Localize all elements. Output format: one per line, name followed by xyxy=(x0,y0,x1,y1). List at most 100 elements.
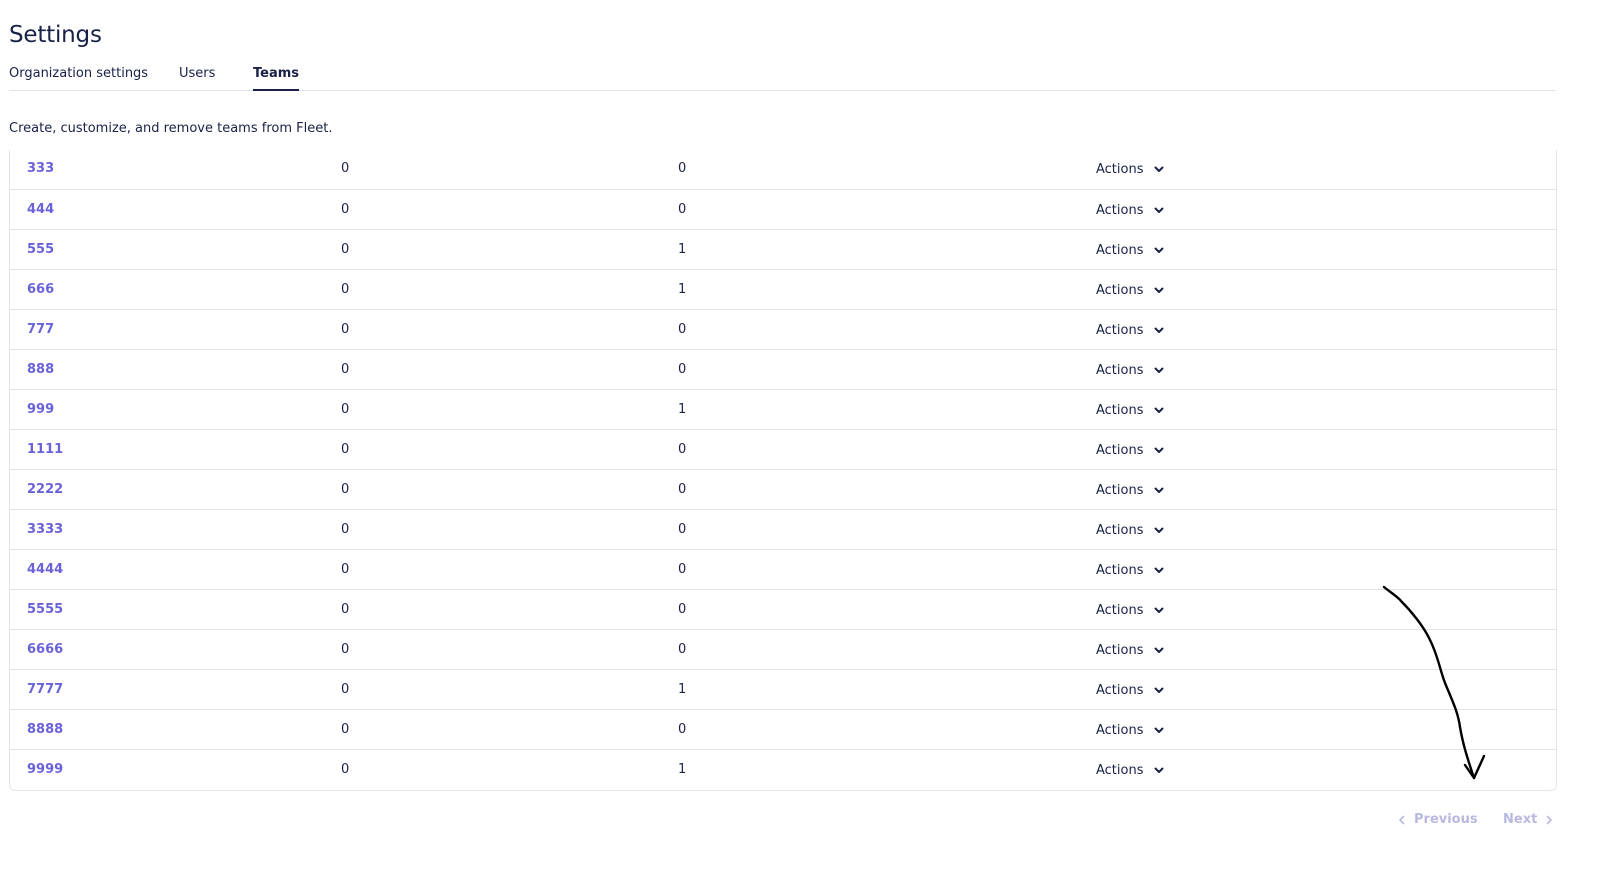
team-hosts-count: 0 xyxy=(341,722,350,737)
table-row: 2222 0 0 Actions xyxy=(10,470,1556,510)
actions-dropdown[interactable]: Actions xyxy=(1096,710,1166,750)
table-row: 999 0 1 Actions xyxy=(10,390,1556,430)
team-hosts-count: 0 xyxy=(341,282,350,297)
table-row: 6666 0 0 Actions xyxy=(10,630,1556,670)
team-members-count: 1 xyxy=(678,682,687,697)
team-hosts-count: 0 xyxy=(341,161,350,176)
team-name-link[interactable]: 2222 xyxy=(27,470,63,510)
table-row: 8888 0 0 Actions xyxy=(10,710,1556,750)
team-name-link[interactable]: 777 xyxy=(27,310,54,350)
settings-tabs: Organization settings Users Teams xyxy=(9,64,1556,91)
chevron-down-icon xyxy=(1154,647,1163,653)
team-name-link[interactable]: 666 xyxy=(27,270,54,310)
actions-dropdown[interactable]: Actions xyxy=(1096,670,1166,710)
actions-label: Actions xyxy=(1096,602,1144,618)
table-row: 4444 0 0 Actions xyxy=(10,550,1556,590)
table-row: 888 0 0 Actions xyxy=(10,350,1556,390)
chevron-down-icon xyxy=(1154,287,1163,293)
team-members-count: 1 xyxy=(678,282,687,297)
actions-label: Actions xyxy=(1096,242,1144,258)
chevron-down-icon xyxy=(1154,607,1163,613)
team-name-link[interactable]: 8888 xyxy=(27,710,63,750)
actions-dropdown[interactable]: Actions xyxy=(1096,310,1166,350)
chevron-down-icon xyxy=(1154,367,1163,373)
pagination: Previous Next xyxy=(0,812,1604,832)
table-row: 9999 0 1 Actions xyxy=(10,750,1556,790)
team-members-count: 1 xyxy=(678,402,687,417)
actions-dropdown[interactable]: Actions xyxy=(1096,230,1166,270)
team-members-count: 0 xyxy=(678,522,687,537)
actions-dropdown[interactable]: Actions xyxy=(1096,750,1166,790)
actions-dropdown[interactable]: Actions xyxy=(1096,430,1166,470)
team-members-count: 1 xyxy=(678,242,687,257)
chevron-down-icon xyxy=(1154,767,1163,773)
team-hosts-count: 0 xyxy=(341,682,350,697)
table-row: 3333 0 0 Actions xyxy=(10,510,1556,550)
team-hosts-count: 0 xyxy=(341,562,350,577)
table-row: 1111 0 0 Actions xyxy=(10,430,1556,470)
team-name-link[interactable]: 7777 xyxy=(27,670,63,710)
actions-dropdown[interactable]: Actions xyxy=(1096,190,1166,230)
chevron-down-icon xyxy=(1154,567,1163,573)
previous-button[interactable]: Previous xyxy=(1396,812,1478,827)
team-name-link[interactable]: 555 xyxy=(27,230,54,270)
actions-label: Actions xyxy=(1096,722,1144,738)
actions-label: Actions xyxy=(1096,682,1144,698)
actions-label: Actions xyxy=(1096,522,1144,538)
team-members-count: 0 xyxy=(678,642,687,657)
chevron-down-icon xyxy=(1154,687,1163,693)
team-name-link[interactable]: 888 xyxy=(27,350,54,390)
actions-dropdown[interactable]: Actions xyxy=(1096,510,1166,550)
actions-dropdown[interactable]: Actions xyxy=(1096,550,1166,590)
team-members-count: 0 xyxy=(678,562,687,577)
chevron-down-icon xyxy=(1154,727,1163,733)
team-name-link[interactable]: 6666 xyxy=(27,630,63,670)
chevron-down-icon xyxy=(1154,487,1163,493)
team-members-count: 0 xyxy=(678,722,687,737)
table-row: 5555 0 0 Actions xyxy=(10,590,1556,630)
chevron-down-icon xyxy=(1154,207,1163,213)
settings-page: Settings Organization settings Users Tea… xyxy=(0,0,1604,870)
actions-label: Actions xyxy=(1096,202,1144,218)
table-row: 444 0 0 Actions xyxy=(10,190,1556,230)
actions-dropdown[interactable]: Actions xyxy=(1096,150,1166,189)
actions-dropdown[interactable]: Actions xyxy=(1096,390,1166,430)
chevron-down-icon xyxy=(1154,247,1163,253)
previous-label: Previous xyxy=(1414,812,1478,827)
team-hosts-count: 0 xyxy=(341,402,350,417)
table-row: 555 0 1 Actions xyxy=(10,230,1556,270)
next-label: Next xyxy=(1503,812,1538,827)
table-row: 7777 0 1 Actions xyxy=(10,670,1556,710)
tab-teams[interactable]: Teams xyxy=(253,64,300,91)
chevron-down-icon xyxy=(1154,327,1163,333)
actions-dropdown[interactable]: Actions xyxy=(1096,350,1166,390)
table-row: 777 0 0 Actions xyxy=(10,310,1556,350)
team-name-link[interactable]: 3333 xyxy=(27,510,63,550)
team-name-link[interactable]: 333 xyxy=(27,150,54,189)
next-button[interactable]: Next xyxy=(1503,812,1555,827)
team-members-count: 0 xyxy=(678,482,687,497)
team-name-link[interactable]: 444 xyxy=(27,190,54,230)
actions-dropdown[interactable]: Actions xyxy=(1096,590,1166,630)
actions-label: Actions xyxy=(1096,562,1144,578)
tab-organization-settings[interactable]: Organization settings xyxy=(9,64,148,91)
chevron-down-icon xyxy=(1154,407,1163,413)
team-name-link[interactable]: 9999 xyxy=(27,750,63,790)
team-hosts-count: 0 xyxy=(341,642,350,657)
chevron-right-icon xyxy=(1546,815,1553,824)
team-members-count: 0 xyxy=(678,202,687,217)
chevron-down-icon xyxy=(1154,447,1163,453)
team-name-link[interactable]: 4444 xyxy=(27,550,63,590)
tab-users[interactable]: Users xyxy=(179,64,215,91)
actions-label: Actions xyxy=(1096,161,1144,177)
actions-dropdown[interactable]: Actions xyxy=(1096,470,1166,510)
actions-dropdown[interactable]: Actions xyxy=(1096,630,1166,670)
team-name-link[interactable]: 999 xyxy=(27,390,54,430)
actions-label: Actions xyxy=(1096,762,1144,778)
team-members-count: 0 xyxy=(678,442,687,457)
table-row: 666 0 1 Actions xyxy=(10,270,1556,310)
team-name-link[interactable]: 5555 xyxy=(27,590,63,630)
team-name-link[interactable]: 1111 xyxy=(27,430,63,470)
chevron-left-icon xyxy=(1399,815,1405,824)
actions-dropdown[interactable]: Actions xyxy=(1096,270,1166,310)
